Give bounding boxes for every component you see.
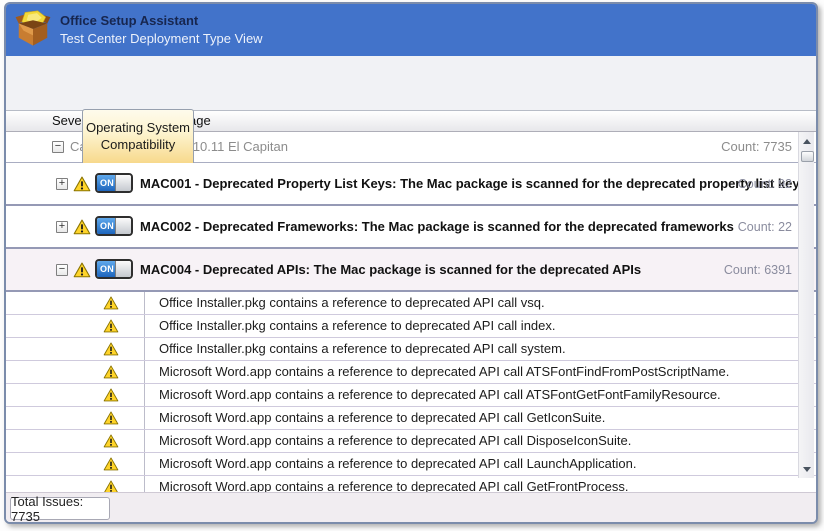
warning-icon xyxy=(103,342,119,361)
rule-row[interactable]: − ON MAC004 - Deprecated APIs: The Mac p… xyxy=(6,249,816,292)
issue-message: Office Installer.pkg contains a referenc… xyxy=(144,315,816,337)
tab-label: Operating System Compatibility xyxy=(83,120,193,153)
total-issues-box: Total Issues: 7735 xyxy=(10,497,110,520)
issue-row[interactable]: Microsoft Word.app contains a reference … xyxy=(6,430,816,453)
rule-row[interactable]: + ON MAC002 - Deprecated Frameworks: The… xyxy=(6,206,816,249)
issue-row[interactable]: Office Installer.pkg contains a referenc… xyxy=(6,338,816,361)
rule-rows: + ON MAC001 - Deprecated Property List K… xyxy=(6,163,816,292)
toggle-knob xyxy=(115,261,131,277)
toggle-on-label: ON xyxy=(97,261,117,277)
rule-title: MAC004 - Deprecated APIs: The Mac packag… xyxy=(140,249,641,290)
rule-count: Count: 92 xyxy=(738,163,792,204)
rule-title: MAC001 - Deprecated Property List Keys: … xyxy=(140,163,807,204)
collapse-icon[interactable]: − xyxy=(52,141,64,153)
issue-row[interactable]: Microsoft Word.app contains a reference … xyxy=(6,384,816,407)
scroll-down-button[interactable] xyxy=(799,461,815,477)
issue-row[interactable]: Office Installer.pkg contains a referenc… xyxy=(6,292,816,315)
warning-icon xyxy=(103,480,119,492)
toggle-on-label: ON xyxy=(97,218,117,234)
issue-rows: Office Installer.pkg contains a referenc… xyxy=(6,292,816,492)
scrollbar-thumb[interactable] xyxy=(801,151,814,162)
app-window: Office Setup Assistant Test Center Deplo… xyxy=(4,2,818,524)
arrow-up-icon xyxy=(803,139,811,144)
warning-icon xyxy=(103,319,119,338)
on-off-toggle[interactable]: ON xyxy=(95,259,133,279)
title-bar: Office Setup Assistant Test Center Deplo… xyxy=(6,4,816,56)
issue-row[interactable]: Microsoft Word.app contains a reference … xyxy=(6,407,816,430)
issue-message: Microsoft Word.app contains a reference … xyxy=(144,430,816,452)
issue-row[interactable]: Microsoft Word.app contains a reference … xyxy=(6,361,816,384)
on-off-toggle[interactable]: ON xyxy=(95,216,133,236)
status-bar: Total Issues: 7735 xyxy=(6,492,816,522)
issue-message: Microsoft Word.app contains a reference … xyxy=(144,453,816,475)
scroll-up-button[interactable] xyxy=(799,133,815,149)
expand-icon[interactable]: + xyxy=(56,221,68,233)
warning-icon xyxy=(73,176,91,197)
issue-row[interactable]: Microsoft Word.app contains a reference … xyxy=(6,453,816,476)
issue-message: Microsoft Word.app contains a reference … xyxy=(144,476,816,492)
issue-message: Microsoft Word.app contains a reference … xyxy=(144,361,816,383)
toggle-on-label: ON xyxy=(97,175,117,191)
app-title: Office Setup Assistant xyxy=(60,13,198,28)
expand-icon[interactable]: + xyxy=(56,178,68,190)
rule-count: Count: 6391 xyxy=(724,249,792,290)
tab-operating-system-compatibility[interactable]: Operating System Compatibility xyxy=(82,109,194,163)
issue-message: Office Installer.pkg contains a referenc… xyxy=(144,338,816,360)
expand-icon[interactable]: − xyxy=(56,264,68,276)
rule-row[interactable]: + ON MAC001 - Deprecated Property List K… xyxy=(6,163,816,206)
issue-message: Microsoft Word.app contains a reference … xyxy=(144,407,816,429)
tab-strip: Summary Operating System Compatibility B… xyxy=(6,56,816,110)
issue-row[interactable]: Microsoft Word.app contains a reference … xyxy=(6,476,816,492)
warning-icon xyxy=(103,365,119,384)
rule-title: MAC002 - Deprecated Frameworks: The Mac … xyxy=(140,206,734,247)
warning-icon xyxy=(103,388,119,407)
toggle-knob xyxy=(115,218,131,234)
rule-count: Count: 22 xyxy=(738,206,792,247)
warning-icon xyxy=(103,411,119,430)
on-off-toggle[interactable]: ON xyxy=(95,173,133,193)
warning-icon xyxy=(73,219,91,240)
category-count: Count: 7735 xyxy=(721,132,792,162)
warning-icon xyxy=(103,457,119,476)
issue-message: Microsoft Word.app contains a reference … xyxy=(144,384,816,406)
warning-icon xyxy=(103,434,119,453)
warning-icon xyxy=(103,296,119,315)
issue-message: Office Installer.pkg contains a referenc… xyxy=(144,292,816,314)
issues-grid: − Category: Mac OS X 10.11 El Capitan Co… xyxy=(6,132,816,492)
arrow-down-icon xyxy=(803,467,811,472)
app-subtitle: Test Center Deployment Type View xyxy=(60,31,263,46)
toggle-knob xyxy=(115,175,131,191)
vertical-scrollbar[interactable] xyxy=(798,132,814,478)
warning-icon xyxy=(73,262,91,283)
issue-row[interactable]: Office Installer.pkg contains a referenc… xyxy=(6,315,816,338)
package-icon xyxy=(14,10,52,48)
